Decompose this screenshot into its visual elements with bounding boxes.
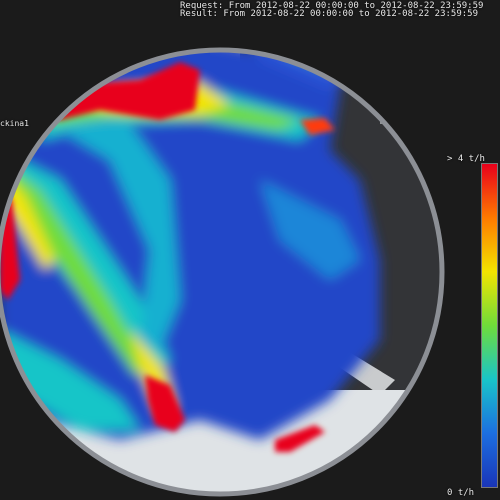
ceiling-pillar (380, 100, 420, 124)
result-time-range: Result: From 2012-08-22 00:00:00 to 2012… (180, 9, 479, 19)
hotspot-upper (30, 62, 200, 120)
camera-label: ckina1 (0, 119, 29, 128)
fisheye-heatmap-view (0, 47, 445, 497)
heatmap-legend-bar (481, 163, 498, 488)
ceiling-pillar (100, 50, 128, 70)
legend-max-label: > 4 t/h (447, 154, 485, 164)
legend-min-label: 0 t/h (447, 488, 475, 498)
